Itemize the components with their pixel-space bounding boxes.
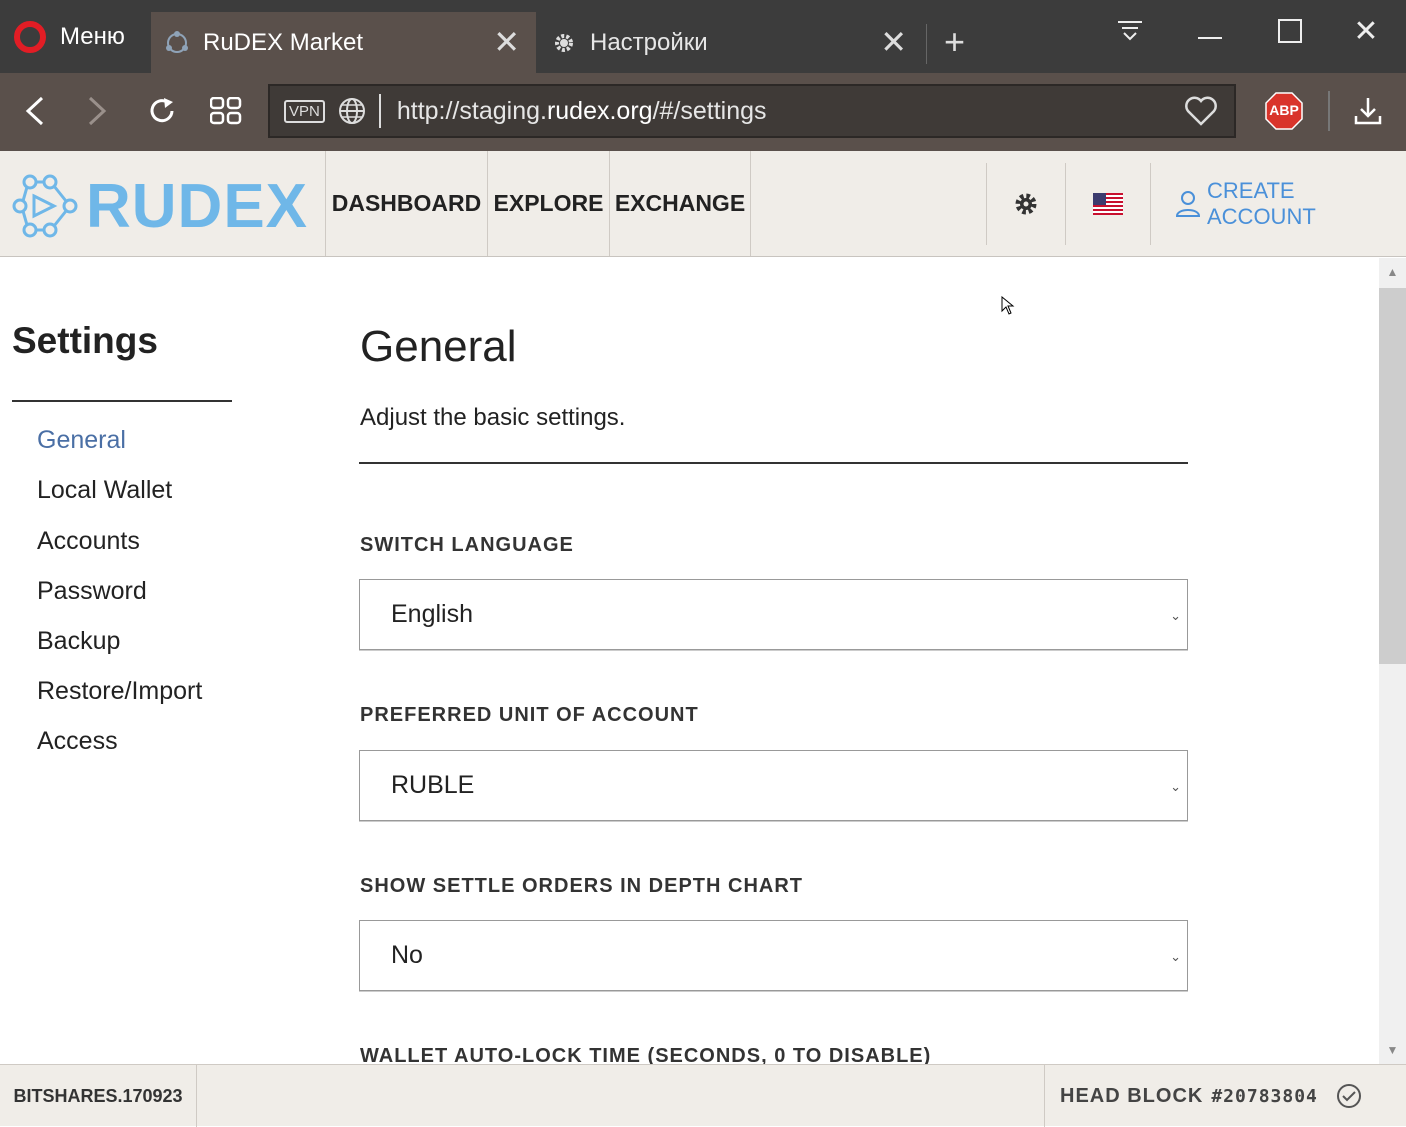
adblock-icon[interactable]: ABP — [1264, 91, 1304, 131]
download-icon[interactable] — [1344, 87, 1392, 135]
sidebar-item-local-wallet[interactable]: Local Wallet — [37, 476, 172, 505]
tab-settings[interactable]: Настройки ✕ — [538, 12, 923, 73]
scrollbar[interactable]: ▲ ▼ — [1379, 258, 1406, 1064]
nav-explore[interactable]: EXPLORE — [487, 151, 609, 256]
chevron-down-icon: ⌄ — [1170, 949, 1181, 964]
minimize-icon[interactable] — [1170, 0, 1250, 62]
close-tab-icon[interactable]: ✕ — [493, 26, 520, 58]
head-block-label: HEAD BLOCK — [1060, 1084, 1204, 1107]
sidebar-item-password[interactable]: Password — [37, 577, 147, 606]
head-block-status: HEAD BLOCK #20783804 — [1044, 1065, 1406, 1127]
preferred-unit-label: PREFERRED UNIT OF ACCOUNT — [360, 704, 699, 726]
browser-address-bar: VPN http://staging.rudex.org/#/settings … — [0, 73, 1406, 151]
browser-tab-bar: Меню RuDEX Market ✕ Настройки ✕ + ✕ — [0, 0, 1406, 73]
select-value: English — [391, 600, 473, 628]
nav-exchange[interactable]: EXCHANGE — [609, 151, 751, 256]
page-description: Adjust the basic settings. — [360, 404, 626, 431]
nav-dashboard[interactable]: DASHBOARD — [325, 151, 487, 256]
new-tab-button[interactable]: + — [926, 24, 982, 64]
browser-menu-label: Меню — [60, 22, 125, 50]
select-value: RUBLE — [391, 771, 475, 799]
rudex-logo[interactable]: RUDEX — [12, 171, 308, 242]
forward-icon[interactable] — [72, 87, 120, 135]
speed-dial-icon[interactable] — [202, 87, 250, 135]
scroll-up-icon[interactable]: ▲ — [1379, 258, 1406, 286]
chevron-down-icon: ⌄ — [1170, 608, 1181, 623]
vpn-badge[interactable]: VPN — [284, 99, 325, 123]
us-flag-icon[interactable] — [1065, 163, 1150, 245]
show-settle-orders-label: SHOW SETTLE ORDERS IN DEPTH CHART — [360, 875, 804, 897]
version-label: BITSHARES.170923 — [0, 1065, 197, 1127]
settle-orders-select[interactable]: No ⌄ — [359, 920, 1188, 991]
sidebar-item-accounts[interactable]: Accounts — [37, 527, 140, 556]
logo-text: RUDEX — [86, 172, 309, 241]
scrollbar-thumb[interactable] — [1379, 288, 1406, 664]
rudex-logo-icon — [12, 174, 78, 237]
close-window-icon[interactable]: ✕ — [1326, 0, 1406, 62]
select-value: No — [391, 941, 423, 969]
divider — [359, 462, 1188, 464]
user-icon — [1175, 190, 1201, 218]
opera-logo-icon — [14, 20, 46, 53]
settings-gear-icon[interactable] — [986, 163, 1065, 245]
chevron-down-icon: ⌄ — [1170, 779, 1181, 794]
sidebar-item-general[interactable]: General — [37, 426, 126, 455]
back-icon[interactable] — [12, 87, 60, 135]
page-title: General — [360, 322, 517, 371]
heart-bookmark-icon[interactable] — [1184, 96, 1218, 126]
tab-title: Настройки — [590, 28, 708, 56]
maximize-icon[interactable] — [1250, 0, 1330, 62]
tab-rudex-market[interactable]: RuDEX Market ✕ — [151, 12, 536, 73]
sidebar-item-access[interactable]: Access — [37, 727, 118, 756]
rudex-favicon-icon — [163, 29, 191, 57]
mouse-cursor-icon — [1001, 295, 1015, 321]
head-block-number: #20783804 — [1211, 1085, 1318, 1107]
browser-menu-button[interactable]: Меню — [0, 0, 150, 73]
globe-icon — [337, 96, 367, 126]
reload-icon[interactable] — [138, 87, 186, 135]
check-circle-icon — [1336, 1083, 1362, 1109]
sidebar-title: Settings — [12, 320, 158, 361]
app-header: RUDEX DASHBOARD EXPLORE EXCHANGE CREATE … — [0, 151, 1406, 257]
scroll-down-icon[interactable]: ▼ — [1379, 1036, 1406, 1064]
gear-icon — [550, 29, 578, 57]
switch-language-label: SWITCH LANGUAGE — [360, 534, 574, 556]
url-text[interactable]: http://staging.rudex.org/#/settings — [397, 97, 767, 126]
create-account-label: CREATE ACCOUNT — [1207, 178, 1316, 229]
tab-menu-icon[interactable] — [1090, 0, 1170, 62]
app-footer: BITSHARES.170923 HEAD BLOCK #20783804 — [0, 1064, 1406, 1127]
divider — [12, 400, 232, 402]
unit-of-account-select[interactable]: RUBLE ⌄ — [359, 750, 1188, 821]
close-tab-icon[interactable]: ✕ — [880, 26, 907, 58]
create-account-button[interactable]: CREATE ACCOUNT — [1150, 163, 1406, 245]
sidebar-item-backup[interactable]: Backup — [37, 627, 120, 656]
sidebar-item-restore-import[interactable]: Restore/Import — [37, 677, 202, 706]
tab-title: RuDEX Market — [203, 28, 364, 56]
language-select[interactable]: English ⌄ — [359, 579, 1188, 650]
url-bar[interactable]: VPN http://staging.rudex.org/#/settings — [268, 84, 1236, 138]
